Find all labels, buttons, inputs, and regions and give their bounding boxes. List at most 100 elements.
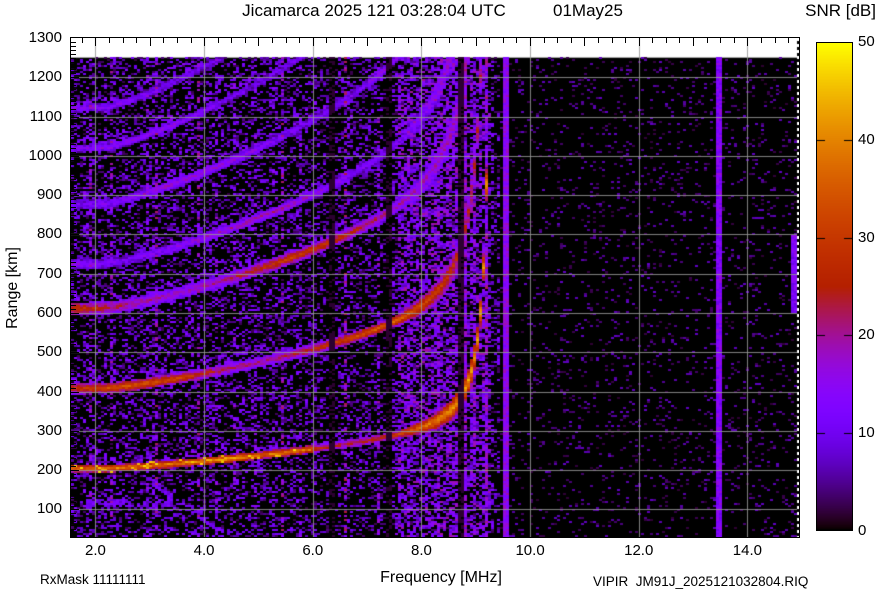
x-axis-tickmark [448, 38, 450, 43]
y-axis-tick-label: 1200 [28, 68, 62, 86]
colorbar-title: SNR [dB] [805, 1, 876, 20]
y-axis-tickmark [71, 533, 76, 535]
y-axis-tickmark [71, 155, 79, 157]
y-axis-tickmark [71, 89, 76, 91]
y-axis-tickmark [71, 171, 76, 173]
x-axis-tickmark [706, 38, 708, 43]
x-axis-tickmark [176, 38, 178, 43]
y-axis-tickmark [71, 250, 76, 252]
x-axis-tickmark [611, 38, 613, 43]
y-axis-tickmark [71, 120, 76, 122]
y-axis-tickmark [71, 195, 79, 197]
x-axis-tickmark [204, 38, 206, 46]
y-axis-tickmark [71, 348, 76, 350]
x-axis-tickmark [163, 38, 165, 43]
y-axis-tickmark [71, 356, 76, 358]
y-axis-tickmark [71, 210, 76, 212]
y-axis-tickmark [71, 277, 76, 279]
x-axis-tick-label: 12.0 [624, 542, 654, 559]
y-axis-tickmark [71, 485, 76, 487]
y-axis-tickmark [71, 364, 76, 366]
x-axis-tickmark [638, 38, 640, 46]
y-axis-tickmark [71, 395, 76, 397]
x-axis-tickmark [122, 38, 124, 43]
y-axis-tickmark [71, 93, 76, 94]
y-axis-tickmark [71, 481, 76, 483]
y-axis-tickmark [71, 258, 76, 260]
y-axis-tickmark [71, 478, 76, 480]
x-axis-tickmark [557, 38, 559, 43]
y-axis-tickmark [71, 159, 76, 161]
y-axis-tick-label: 900 [36, 186, 62, 204]
y-axis-tickmark [71, 458, 76, 460]
x-axis-tick-label: 10.0 [515, 542, 545, 559]
y-axis-tick-label: 400 [36, 382, 62, 400]
y-axis-tickmark [71, 199, 76, 201]
colorbar [816, 42, 853, 531]
y-axis-tickmark [71, 352, 79, 354]
y-axis-tickmark [71, 218, 76, 220]
y-axis-tickmark [71, 175, 76, 177]
y-axis-tickmark [71, 136, 76, 138]
y-axis-tickmark [71, 399, 76, 401]
y-axis-tickmark [71, 446, 76, 448]
x-axis-tickmark [597, 38, 599, 43]
ionogram-heatmap [71, 38, 799, 537]
y-axis-tickmark [71, 285, 76, 287]
y-axis-tickmark [71, 489, 76, 491]
x-axis-tickmark [421, 38, 423, 46]
x-axis-tickmark [367, 38, 369, 46]
y-axis-tickmark [71, 246, 76, 248]
x-axis-tick-label: 2.0 [85, 542, 106, 559]
y-axis-tickmark [71, 442, 76, 444]
x-axis-tickmark [407, 38, 409, 43]
y-axis-tickmark [71, 313, 79, 315]
x-axis-tickmark [652, 38, 654, 43]
y-axis-tickmark [71, 434, 76, 436]
y-axis-tickmark [71, 462, 76, 464]
y-axis-tick-label: 1300 [28, 29, 62, 46]
y-axis-tick-label: 200 [36, 461, 62, 479]
y-axis-tickmark [71, 273, 79, 275]
colorbar-tick-label: 0 [858, 522, 867, 539]
ionogram-page: { "header": { "title": "Jicamarca 2025 1… [0, 0, 884, 595]
colorbar-tick-label: 10 [858, 424, 875, 442]
y-axis-tickmark [71, 529, 76, 531]
x-axis-tickmark [339, 38, 341, 43]
y-axis-tickmark [71, 203, 76, 205]
plot-title: Jicamarca 2025 121 03:28:04 UTC [242, 1, 506, 20]
x-axis-tickmark [136, 38, 138, 43]
y-axis-tickmark [71, 191, 76, 193]
y-axis-tickmark [71, 328, 76, 330]
y-axis-tickmark [71, 466, 76, 468]
y-axis-tickmark [71, 521, 76, 523]
x-axis-tickmark [733, 38, 735, 43]
colorbar-tick-label: 50 [858, 33, 875, 50]
x-axis-tickmark [380, 38, 382, 43]
x-axis-tickmark [272, 38, 273, 43]
y-axis-tick-label: 800 [36, 225, 62, 243]
y-axis-tickmark [71, 167, 76, 169]
y-axis-tickmark [71, 261, 76, 263]
y-axis-tickmark [71, 470, 79, 472]
y-axis-tickmark [71, 320, 76, 322]
y-axis-tickmark [71, 297, 76, 299]
y-axis-tickmark [71, 368, 76, 370]
y-axis-tickmark [71, 438, 76, 440]
y-axis-tickmark [71, 387, 76, 389]
x-axis-tickmark [502, 38, 504, 43]
y-axis-tickmark [71, 360, 76, 362]
y-axis-tickmark [71, 269, 76, 271]
x-axis-tickmark [285, 38, 287, 43]
y-axis-tickmark [71, 454, 76, 456]
y-axis-tickmark [71, 403, 76, 405]
x-axis-tickmark [665, 38, 667, 43]
x-axis-tick-label: 6.0 [302, 542, 324, 559]
x-axis-tickmark [190, 38, 192, 43]
y-axis-tickmark [71, 309, 76, 311]
file-id-label: VIPIR JM91J_2025121032804.RIQ [593, 574, 809, 589]
x-axis-tickmark [747, 38, 749, 46]
colorbar-tick-label: 40 [858, 130, 875, 148]
y-axis-tickmark [71, 419, 76, 421]
y-axis-tickmark [71, 497, 76, 499]
